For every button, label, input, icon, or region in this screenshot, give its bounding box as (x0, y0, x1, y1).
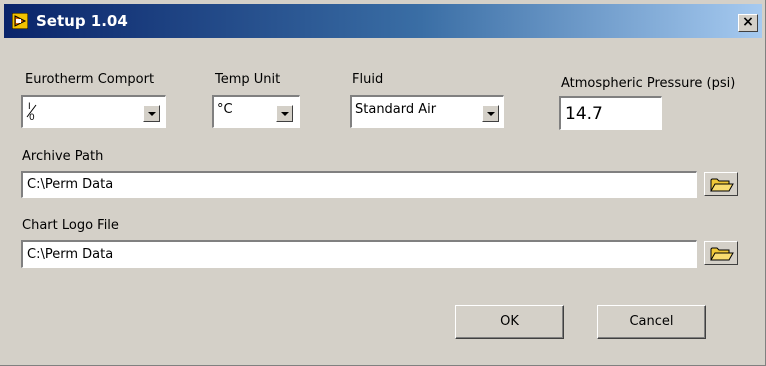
svg-text:0: 0 (29, 113, 35, 121)
folder-open-icon (710, 178, 734, 192)
temp-unit-select[interactable]: °C (212, 95, 300, 128)
pressure-value: 14.7 (565, 104, 603, 124)
chevron-down-icon (148, 112, 156, 116)
archive-path-browse-button[interactable] (704, 172, 738, 196)
ok-button[interactable]: OK (455, 305, 564, 339)
fluid-dropdown-button[interactable] (482, 105, 499, 122)
chevron-down-icon (281, 112, 289, 116)
labview-app-icon (12, 13, 28, 29)
close-button[interactable]: × (738, 14, 758, 32)
comport-label: Eurotherm Comport (25, 72, 155, 87)
folder-open-icon (710, 247, 734, 261)
temp-unit-value: °C (217, 102, 233, 117)
logo-file-value: C:\Perm Data (27, 247, 114, 262)
pressure-input[interactable]: 14.7 (559, 96, 662, 130)
setup-dialog: Setup 1.04 × Eurotherm Comport I 0 Temp … (0, 0, 766, 366)
temp-unit-label: Temp Unit (215, 72, 281, 87)
ok-button-label: OK (500, 314, 519, 329)
svg-text:I: I (28, 102, 31, 112)
logo-file-input[interactable]: C:\Perm Data (21, 240, 697, 268)
logo-file-label: Chart Logo File (22, 218, 119, 233)
cancel-button-label: Cancel (629, 314, 674, 329)
chevron-down-icon (487, 112, 495, 116)
logo-file-browse-button[interactable] (704, 241, 738, 265)
temp-unit-dropdown-button[interactable] (276, 105, 293, 122)
archive-path-value: C:\Perm Data (27, 177, 114, 192)
fluid-label: Fluid (352, 72, 384, 87)
title-bar[interactable]: Setup 1.04 × (4, 4, 762, 38)
fluid-value: Standard Air (355, 102, 437, 117)
comport-select[interactable]: I 0 (21, 95, 166, 128)
pressure-label: Atmospheric Pressure (psi) (561, 76, 736, 91)
archive-path-label: Archive Path (22, 149, 104, 164)
window-title: Setup 1.04 (36, 12, 128, 30)
fluid-select[interactable]: Standard Air (350, 95, 504, 128)
io-resource-icon: I 0 (26, 102, 37, 121)
comport-dropdown-button[interactable] (143, 105, 160, 122)
cancel-button[interactable]: Cancel (597, 305, 706, 339)
close-icon: × (742, 14, 754, 30)
archive-path-input[interactable]: C:\Perm Data (21, 171, 697, 198)
